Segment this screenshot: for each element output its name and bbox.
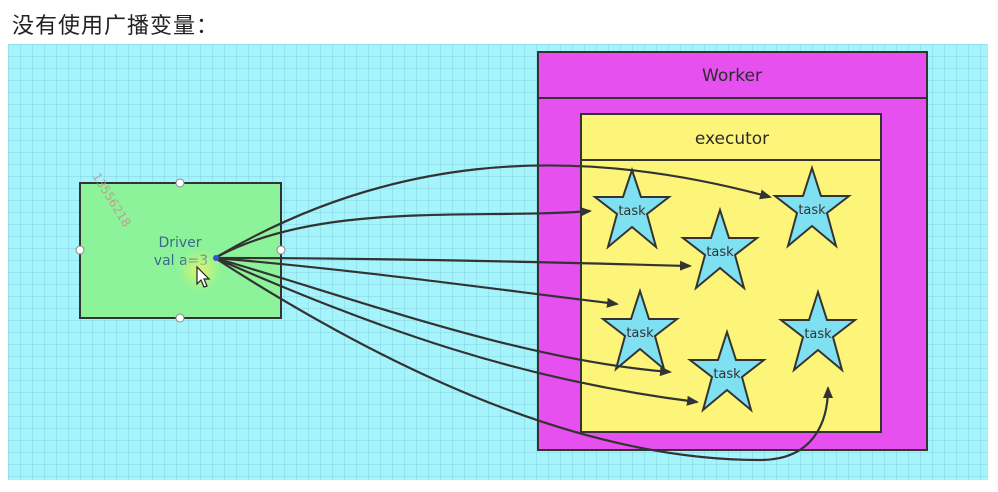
- task-label: task: [804, 327, 832, 342]
- task-label: task: [626, 326, 654, 341]
- task-label: task: [713, 367, 741, 382]
- worker-label: Worker: [702, 66, 762, 86]
- executor-label: executor: [695, 129, 769, 149]
- task-label: task: [798, 203, 826, 218]
- task-label: task: [706, 245, 734, 260]
- selection-handle[interactable]: [175, 313, 185, 323]
- connection-point[interactable]: [213, 255, 219, 261]
- selection-handle[interactable]: [75, 245, 85, 255]
- diagram: Worker executor task task task task task…: [75, 51, 928, 462]
- task-label: task: [618, 204, 646, 219]
- selection-handle[interactable]: [175, 178, 185, 188]
- selection-handle[interactable]: [276, 245, 286, 255]
